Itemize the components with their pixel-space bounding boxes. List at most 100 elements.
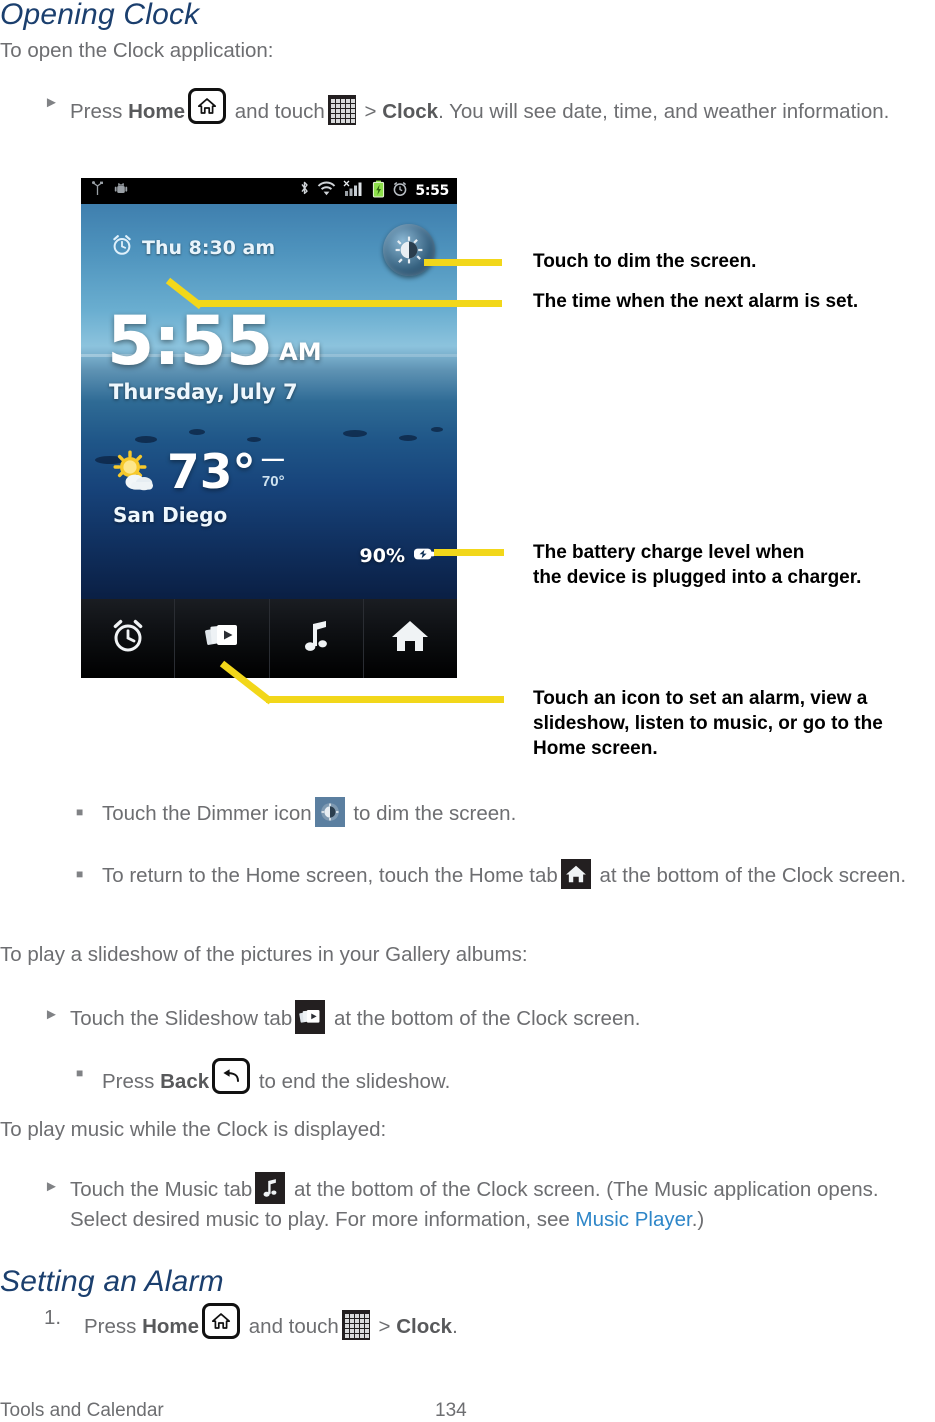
greater-than-separator: >	[378, 1315, 391, 1338]
callout-battery-line2: the device is plugged into a charger.	[533, 567, 862, 588]
status-left-icons	[91, 181, 128, 201]
square-bullet-icon: ■	[76, 1066, 84, 1080]
back-post-text: to end the slideshow.	[258, 1070, 451, 1093]
dimmer-gear-icon	[395, 236, 423, 264]
rock-shape	[399, 435, 417, 441]
battery-status: 90%	[360, 545, 435, 567]
weather-widget[interactable]: 73° — 70°	[111, 445, 285, 500]
rock-shape	[135, 436, 157, 443]
alarm-tab[interactable]	[81, 599, 176, 678]
press-home-tail-short: .	[452, 1315, 458, 1338]
rock-shape	[247, 437, 261, 442]
bluetooth-icon	[299, 180, 310, 202]
callout-tabs: Touch an icon to set an alarm, view a sl…	[533, 686, 883, 761]
callout-next-alarm: The time when the next alarm is set.	[533, 291, 859, 312]
clock-screen-screenshot: 5:55 Thu 8:30 am 5:55 AM Thursday, July …	[81, 178, 457, 678]
leader-line-battery	[434, 549, 504, 556]
music-note-icon	[299, 617, 333, 660]
wifi-icon	[317, 181, 336, 201]
house-icon	[390, 618, 430, 659]
callout-tabs-line2: slideshow, listen to music, or go to the	[533, 713, 883, 734]
next-alarm-time: Thu 8:30 am	[142, 236, 276, 259]
phone-status-bar: 5:55	[81, 178, 457, 204]
alarm-clock-icon	[392, 181, 408, 202]
clock-label: Clock	[396, 1315, 453, 1338]
heading-setting-alarm: Setting an Alarm	[0, 1265, 224, 1298]
app-grid-icon	[341, 1310, 370, 1340]
step-touch-music-tab: Touch the Music tab at the bottom of the…	[70, 1172, 934, 1235]
list-item: ■ Press Back to end the slideshow.	[76, 1058, 934, 1097]
dimmer-gear-glyph	[315, 797, 345, 827]
leader-line-tabs	[266, 696, 504, 703]
usb-icon	[91, 181, 104, 201]
house-glyph	[205, 1306, 237, 1336]
home-key-label: Home	[142, 1315, 200, 1338]
dimmer-inline-icon	[314, 797, 345, 827]
music-tail-text: .)	[691, 1208, 705, 1231]
alarm-clock-icon	[109, 617, 147, 660]
slideshow-inline-icon	[295, 1000, 326, 1034]
clock-date: Thursday, July 7	[109, 380, 298, 404]
weather-city: San Diego	[113, 503, 228, 527]
music-pre-text: Touch the Music tab	[70, 1178, 253, 1201]
arrow-bullet-icon: ►	[44, 94, 59, 111]
home-key-icon	[202, 1303, 241, 1339]
home-tab[interactable]	[364, 599, 457, 678]
back-key-label: Back	[160, 1070, 210, 1093]
leader-line-next-alarm	[199, 300, 502, 307]
footer-page-number: 134	[435, 1400, 467, 1421]
weather-temp: 73°	[167, 445, 256, 500]
press-label: Press	[70, 100, 123, 123]
square-bullet-icon: ■	[76, 805, 84, 819]
grid-dots	[344, 1314, 369, 1338]
weather-low: 70°	[261, 473, 285, 490]
footer-section: Tools and Calendar	[0, 1400, 164, 1421]
callout-tabs-line3: Home screen.	[533, 738, 658, 759]
partly-sunny-icon	[111, 450, 159, 499]
slideshow-icon	[203, 617, 241, 660]
home-key-label: Home	[128, 100, 186, 123]
clock-label: Clock	[382, 100, 439, 123]
house-glyph	[191, 91, 223, 121]
house-glyph	[561, 859, 591, 889]
clock-time-value: 5:55	[107, 302, 273, 381]
list-item: ► Press Home and touch > Clock. You will…	[44, 88, 934, 127]
clock-tab-bar	[81, 599, 457, 678]
rock-shape	[189, 429, 205, 435]
heading-opening-clock: Opening Clock	[0, 0, 200, 31]
weather-high-low: — 70°	[261, 446, 285, 491]
dimmer-button[interactable]	[383, 224, 435, 276]
callout-tabs-line1: Touch an icon to set an alarm, view a	[533, 688, 868, 709]
slideshow-glyph	[295, 1000, 325, 1034]
back-key-icon	[212, 1058, 251, 1094]
list-item: ► Touch the Slideshow tab at the bottom …	[44, 1000, 934, 1034]
music-player-link[interactable]: Music Player	[576, 1208, 692, 1231]
music-tab[interactable]	[270, 599, 364, 678]
home-tab-inline-icon	[560, 859, 591, 889]
clock-ampm: AM	[279, 338, 322, 366]
list-item: 1. Press Home and touch > Clock.	[44, 1303, 934, 1342]
status-bar-time: 5:55	[415, 183, 449, 199]
battery-charging-icon	[413, 546, 435, 567]
dimmer-pre-text: Touch the Dimmer icon	[102, 802, 312, 825]
list-number: 1.	[44, 1306, 62, 1329]
step-press-home-clock: Press Home and touch > Clock. You will s…	[70, 88, 934, 127]
callout-battery-line1: The battery charge level when	[533, 542, 805, 563]
rock-shape	[343, 430, 367, 437]
grid-dots	[330, 99, 355, 123]
home-key-icon	[188, 88, 227, 124]
list-item: ■ To return to the Home screen, touch th…	[76, 859, 934, 891]
arrow-bullet-icon: ►	[44, 1178, 59, 1195]
back-pre-text: Press	[102, 1070, 155, 1093]
callout-dimmer: Touch to dim the screen.	[533, 251, 757, 272]
intro-slideshow: To play a slideshow of the pictures in y…	[0, 943, 528, 966]
intro-open-clock: To open the Clock application:	[0, 39, 274, 62]
weather-high: —	[261, 446, 284, 471]
battery-percent: 90%	[359, 545, 405, 567]
battery-charging-icon	[372, 180, 385, 203]
document-page: Opening Clock To open the Clock applicat…	[0, 0, 935, 1421]
bullet-dimmer: Touch the Dimmer icon to dim the screen.	[102, 797, 934, 829]
list-item: ► Touch the Music tab at the bottom of t…	[44, 1172, 934, 1235]
callout-battery: The battery charge level when the device…	[533, 540, 861, 590]
back-arrow-glyph	[215, 1061, 247, 1091]
